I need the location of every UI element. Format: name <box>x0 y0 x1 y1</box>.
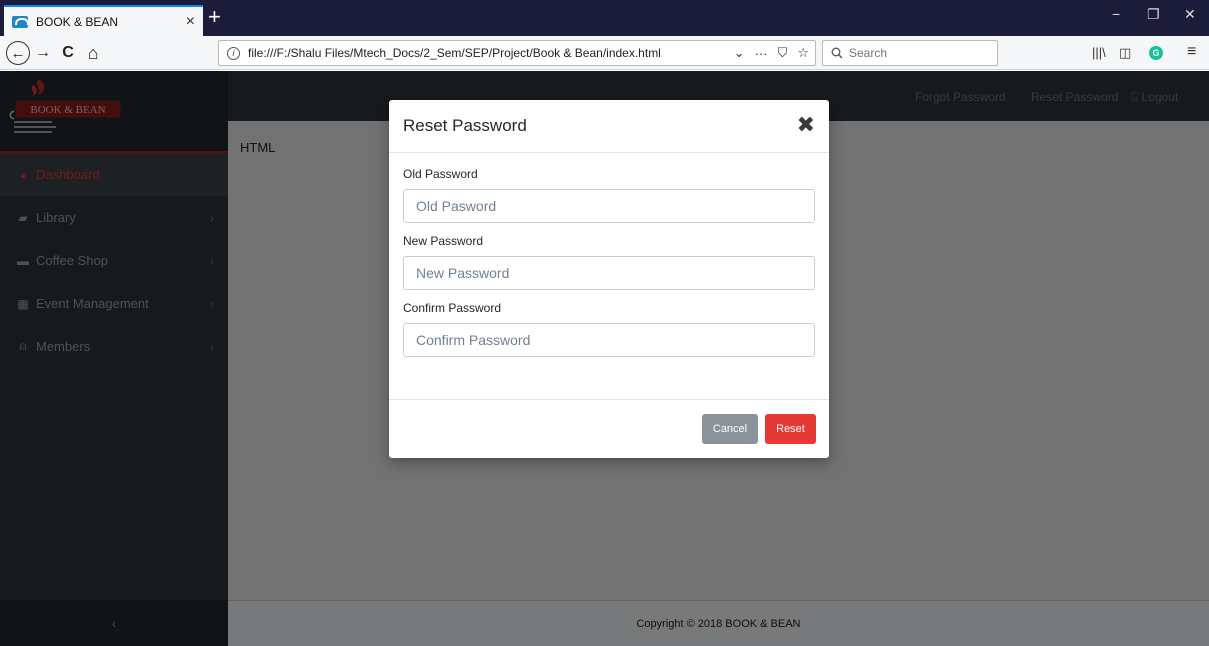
old-password-field[interactable] <box>403 189 815 223</box>
tab-title: BOOK & BEAN <box>36 14 119 29</box>
reset-button[interactable]: Reset <box>765 414 816 444</box>
pocket-icon[interactable]: ⛉ <box>778 45 788 61</box>
tab-close-icon[interactable]: × <box>186 13 195 31</box>
restore-icon[interactable]: ❐ <box>1147 6 1160 23</box>
back-button[interactable]: ← <box>6 41 30 65</box>
modal-title: Reset Password <box>403 116 527 135</box>
page-actions-icon[interactable]: ··· <box>755 46 768 61</box>
home-button[interactable]: ⌂ <box>82 42 104 64</box>
reset-password-modal: Reset Password ✖ Old Password New Passwo… <box>389 100 829 458</box>
site-favicon-icon <box>12 15 29 28</box>
sidebar-icon[interactable]: ◫ <box>1119 45 1131 61</box>
window-close-icon[interactable]: ✕ <box>1184 6 1196 23</box>
url-dropdown-icon[interactable]: ⌄ <box>734 45 745 61</box>
new-password-field[interactable] <box>403 256 815 290</box>
new-password-label: New Password <box>403 234 484 248</box>
cancel-button[interactable]: Cancel <box>702 414 758 444</box>
modal-footer: Cancel Reset <box>389 399 829 458</box>
minimize-icon[interactable]: − <box>1112 6 1120 22</box>
browser-search-input[interactable] <box>849 46 989 60</box>
browser-toolbar: ← → C ⌂ i file:///F:/Shalu Files/Mtech_D… <box>0 36 1209 70</box>
search-icon <box>831 47 843 59</box>
forward-button[interactable]: → <box>32 42 54 64</box>
grammarly-extension-icon[interactable]: G <box>1149 46 1163 60</box>
old-password-label: Old Password <box>403 167 478 181</box>
browser-tab[interactable]: BOOK & BEAN × <box>4 5 203 36</box>
modal-header: Reset Password ✖ <box>389 100 829 153</box>
new-tab-button[interactable]: + <box>208 4 221 30</box>
library-icon[interactable]: |||\ <box>1092 45 1106 60</box>
confirm-password-group: Confirm Password <box>403 301 815 357</box>
confirm-password-field[interactable] <box>403 323 815 357</box>
url-text[interactable]: file:///F:/Shalu Files/Mtech_Docs/2_Sem/… <box>248 46 734 60</box>
bookmark-star-icon[interactable]: ☆ <box>797 45 809 61</box>
menu-icon[interactable]: ≡ <box>1187 43 1196 61</box>
browser-search-box[interactable] <box>822 40 998 66</box>
url-bar[interactable]: i file:///F:/Shalu Files/Mtech_Docs/2_Se… <box>218 40 816 66</box>
close-icon[interactable]: ✖ <box>797 114 815 136</box>
new-password-group: New Password <box>403 234 815 290</box>
browser-tab-bar: BOOK & BEAN × + − ❐ ✕ <box>0 0 1209 36</box>
old-password-group: Old Password <box>403 167 815 223</box>
reload-button[interactable]: C <box>57 42 79 64</box>
modal-body: Old Password New Password Confirm Passwo… <box>389 153 829 357</box>
confirm-password-label: Confirm Password <box>403 301 502 315</box>
info-icon[interactable]: i <box>227 46 240 60</box>
